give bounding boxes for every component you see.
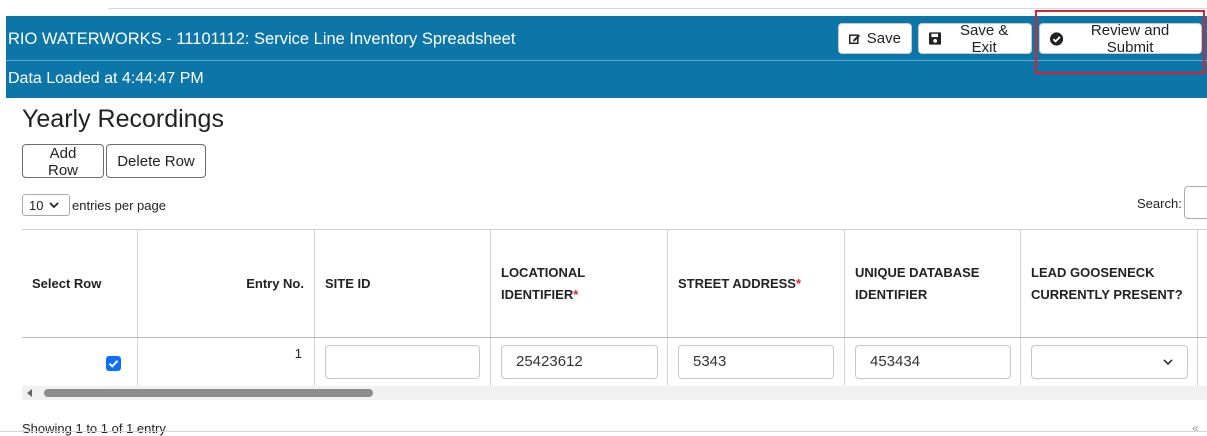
header-street-address: STREET ADDRESS * [668, 230, 845, 337]
entries-label: entries per page [72, 197, 166, 213]
header-unique-database-identifier: UNIQUE DATABASE IDENTIFIER [845, 230, 1021, 337]
required-mark: * [573, 286, 579, 302]
review-submit-button[interactable]: Review and Submit [1039, 21, 1202, 56]
lead-gooseneck-select[interactable] [1031, 345, 1188, 379]
table-row-cell-locational-identifier: 25423612 [491, 338, 668, 386]
horizontal-scrollbar[interactable] [22, 386, 1207, 400]
floppy-disk-icon [929, 32, 942, 45]
header-unique-line1: UNIQUE DATABASE [855, 264, 980, 280]
table-row-cell-site-id [315, 338, 491, 386]
search-input[interactable] [1184, 186, 1207, 219]
locational-identifier-input[interactable]: 25423612 [501, 345, 658, 379]
add-row-button[interactable]: Add Row [22, 144, 104, 179]
page-title: RIO WATERWORKS - 11101112: Service Line … [8, 30, 516, 48]
page-size-select[interactable]: 10 [22, 194, 70, 216]
showing-entries-text: Showing 1 to 1 of 1 entry [22, 421, 166, 436]
review-submit-label: Review and Submit [1090, 21, 1170, 56]
search-label: Search: [1137, 196, 1182, 211]
yearly-recordings-table: Select Row Entry No. SITE ID LOCATIONAL … [22, 229, 1207, 386]
header-select-row: Select Row [22, 230, 138, 337]
check-circle-icon [1050, 31, 1064, 46]
tab-divider [108, 0, 1207, 9]
street-address-input[interactable]: 5343 [678, 345, 834, 379]
header-lead-line2: CURRENTLY PRESENT? [1031, 286, 1183, 302]
save-exit-button[interactable]: Save & Exit [918, 21, 1032, 56]
scrollbar-thumb[interactable] [44, 389, 373, 397]
header-select-row-label: Select Row [32, 275, 102, 291]
page-size-value: 10 [29, 197, 44, 213]
table-row-cell-select [22, 338, 138, 386]
header-site-id: SITE ID [315, 230, 491, 337]
site-id-input[interactable] [325, 345, 480, 379]
header-lead-gooseneck: LEAD GOOSENECK CURRENTLY PRESENT? [1021, 230, 1198, 337]
pagination-previous[interactable]: « [1192, 421, 1199, 435]
save-label: Save [866, 30, 901, 47]
required-mark: * [795, 275, 802, 291]
header-entry-no-label: Entry No. [246, 275, 304, 291]
data-loaded-status: Data Loaded at 4:44:47 PM [8, 70, 204, 87]
save-button[interactable]: Save [838, 23, 912, 54]
chevron-down-icon [49, 201, 60, 208]
header-locational-line2: IDENTIFIER [501, 286, 574, 302]
app-header: RIO WATERWORKS - 11101112: Service Line … [6, 16, 1207, 98]
bottom-divider [0, 431, 1207, 432]
table-row-cell-entry-no: 1 [138, 338, 315, 386]
entry-number: 1 [294, 346, 302, 361]
checkmark-icon [108, 360, 119, 368]
chevron-down-icon [1163, 359, 1173, 366]
unique-database-identifier-input[interactable]: 453434 [855, 345, 1011, 379]
header-entry-no: Entry No. [138, 230, 315, 337]
scroll-left-arrow-icon[interactable] [26, 389, 34, 397]
select-row-checkbox[interactable] [106, 356, 121, 371]
header-site-id-label: SITE ID [325, 275, 371, 291]
table-row-cell-unique-database-identifier: 453434 [845, 338, 1021, 386]
header-divider [6, 60, 1207, 61]
table-row-cell-street-address: 5343 [668, 338, 845, 386]
edit-icon [849, 34, 861, 45]
delete-row-button[interactable]: Delete Row [106, 144, 206, 178]
header-lead-line1: LEAD GOOSENECK [1031, 264, 1155, 280]
header-locational-line1: LOCATIONAL [501, 264, 586, 280]
section-title: Yearly Recordings [22, 105, 224, 133]
browser-top-strip [0, 0, 1207, 16]
entries-per-page-control: 10 entries per page [22, 194, 166, 216]
table-row-cell-lead-gooseneck [1021, 338, 1198, 386]
save-exit-label: Save & Exit [959, 21, 1009, 56]
header-unique-line2: IDENTIFIER [855, 286, 928, 302]
header-locational-identifier: LOCATIONAL IDENTIFIER* [491, 230, 668, 337]
header-street-address-label: STREET ADDRESS [678, 275, 796, 291]
